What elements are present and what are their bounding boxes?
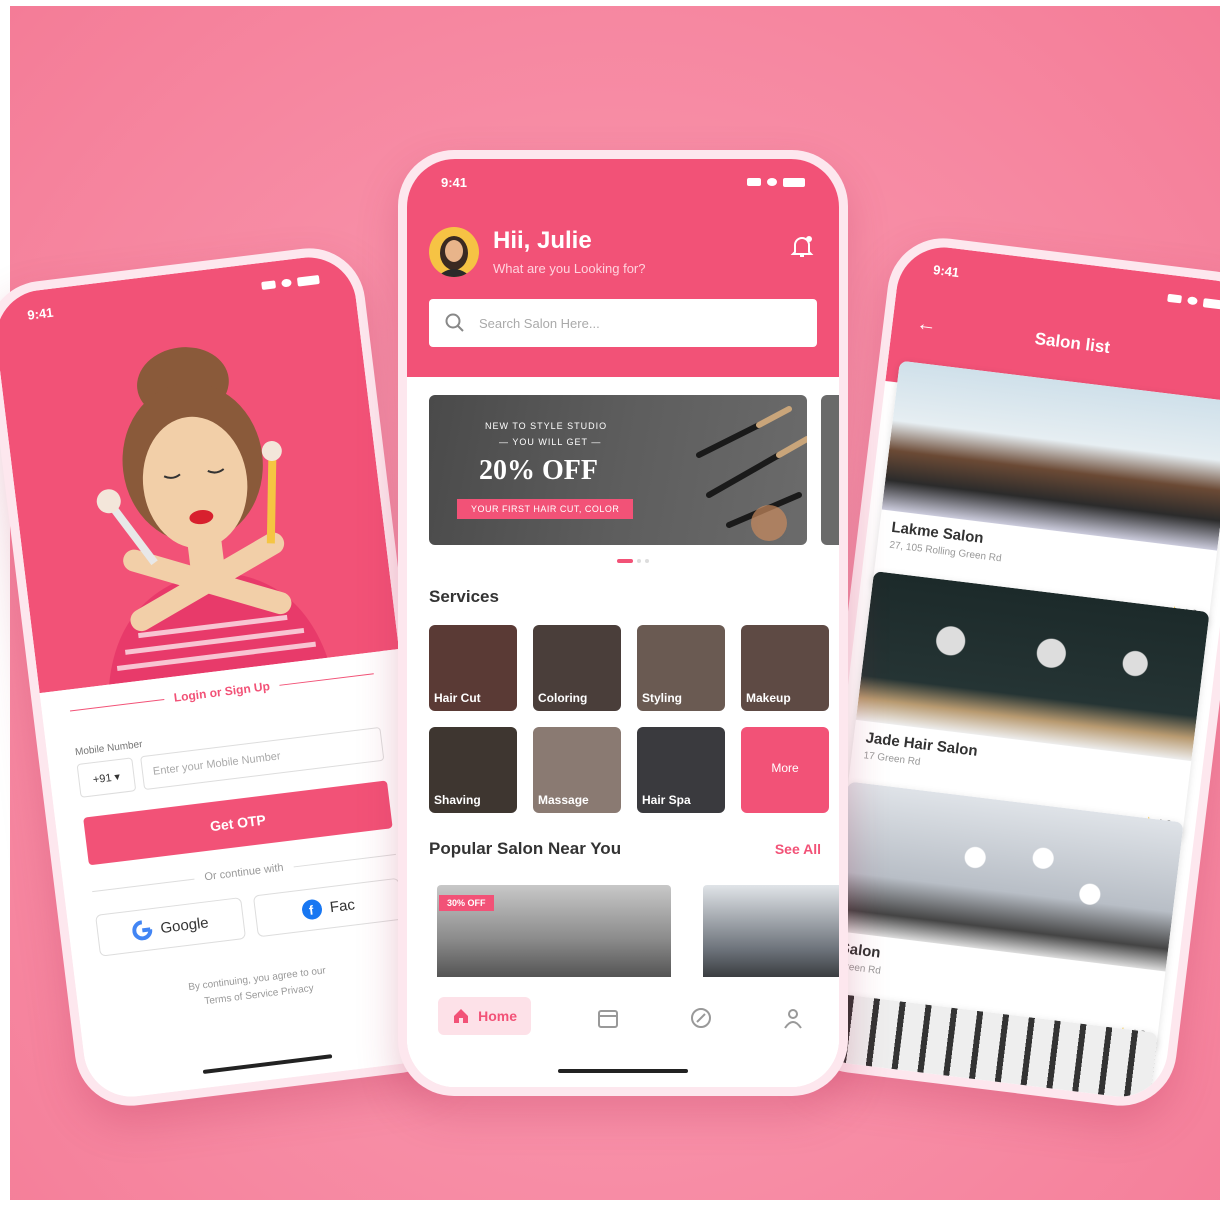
home-header: 9:41 Hii, Julie What are you Looking for… (407, 159, 839, 377)
calendar-icon (598, 1010, 619, 1028)
status-bar: 9:41 (407, 159, 839, 205)
service-tile[interactable]: Coloring (533, 625, 621, 711)
service-tile[interactable]: Styling (637, 625, 725, 711)
promo-banner-next[interactable] (821, 395, 839, 545)
continue-text: Or continue with (203, 861, 285, 884)
banner-ribbon: YOUR FIRST HAIR CUT, COLOR (457, 499, 634, 519)
service-label: Hair Spa (642, 793, 691, 807)
service-tile[interactable]: Shaving (429, 727, 517, 813)
service-label: Massage (538, 793, 589, 807)
nav-offers[interactable] (686, 1003, 716, 1033)
services-grid: Hair Cut Coloring Styling Makeup Shaving… (429, 625, 829, 813)
service-tile[interactable]: Massage (533, 727, 621, 813)
home-screen: 9:41 Hii, Julie What are you Looking for… (407, 159, 839, 1087)
service-label: Styling (642, 691, 683, 705)
terms-text: By continuing, you agree to our Terms of… (104, 953, 412, 1022)
service-label: Makeup (746, 691, 791, 705)
home-icon (454, 1009, 469, 1023)
login-hero: 9:41 (0, 251, 399, 694)
home-phone: 9:41 Hii, Julie What are you Looking for… (398, 150, 848, 1096)
avatar[interactable] (429, 227, 479, 277)
service-label: Coloring (538, 691, 588, 705)
offer-badge: 30% OFF (439, 895, 494, 911)
facebook-button[interactable]: f Fac (252, 877, 404, 938)
google-icon (132, 920, 153, 941)
more-label: More (771, 761, 799, 775)
google-button[interactable]: Google (95, 897, 247, 957)
home-body: NEW TO STYLE STUDIO — YOU WILL GET — 20%… (407, 377, 839, 1087)
login-form: Login or Sign Up Mobile Number +91 ▾ Ent… (39, 648, 450, 1103)
search-icon (445, 313, 464, 332)
carousel-dots[interactable] (617, 559, 649, 563)
status-time: 9:41 (26, 304, 55, 323)
nav-calendar[interactable] (593, 1003, 623, 1033)
banner-line2: — YOU WILL GET — (499, 437, 602, 447)
subgreeting: What are you Looking for? (493, 261, 646, 276)
service-label: Shaving (434, 793, 481, 807)
get-otp-button[interactable]: Get OTP (83, 780, 393, 866)
nav-home[interactable]: Home (438, 997, 532, 1035)
more-services-button[interactable]: More (741, 727, 829, 813)
banner-line1: NEW TO STYLE STUDIO (485, 421, 608, 431)
google-label: Google (159, 913, 210, 937)
search-input[interactable]: Search Salon Here... (429, 299, 817, 347)
service-label: Hair Cut (434, 691, 481, 705)
discount-icon (690, 1008, 711, 1028)
bell-icon[interactable] (787, 231, 817, 261)
signal-icons (747, 177, 805, 187)
greeting: Hii, Julie (493, 227, 592, 254)
signal-icons (1167, 293, 1220, 310)
service-tile[interactable]: Makeup (741, 625, 829, 711)
home-indicator (558, 1069, 688, 1073)
login-tab-label: Login or Sign Up (173, 679, 271, 705)
promo-banner[interactable]: NEW TO STYLE STUDIO — YOU WILL GET — 20%… (429, 395, 807, 545)
profile-icon (783, 1009, 802, 1029)
signal-icons (261, 274, 320, 290)
country-code-select[interactable]: +91 ▾ (76, 757, 137, 798)
popular-title: Popular Salon Near You (429, 839, 622, 858)
nav-profile[interactable] (778, 1003, 808, 1033)
search-placeholder: Search Salon Here... (479, 315, 600, 331)
services-title: Services (429, 587, 499, 606)
service-tile[interactable]: Hair Spa (637, 727, 725, 813)
banner-headline: 20% OFF (479, 455, 598, 486)
woman-illustration (96, 347, 328, 685)
status-time: 9:41 (441, 174, 468, 190)
nav-home-label: Home (478, 1008, 518, 1024)
facebook-label: Fac (328, 895, 356, 916)
see-all-link[interactable]: See All (775, 841, 821, 857)
status-time: 9:41 (932, 261, 961, 280)
facebook-icon: f (302, 899, 323, 920)
service-tile[interactable]: Hair Cut (429, 625, 517, 711)
